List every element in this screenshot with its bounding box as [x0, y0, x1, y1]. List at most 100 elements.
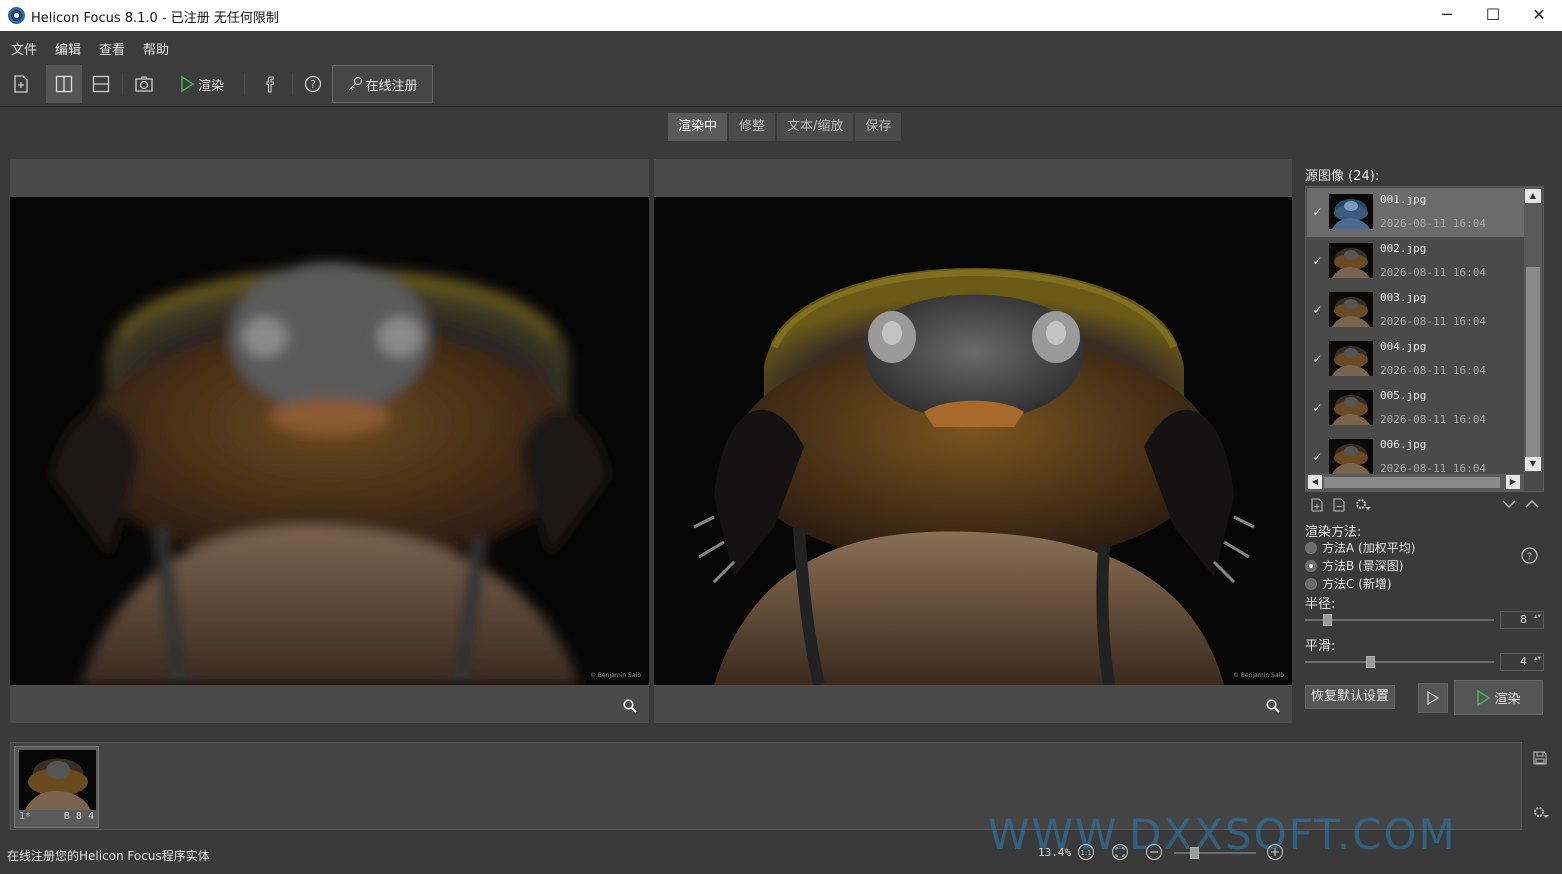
source-image-item[interactable]: ✓ 005.jpg 2026-08-11 16:04	[1307, 384, 1525, 433]
output-thumbnail[interactable]: 1* B 8 4	[14, 746, 99, 828]
source-image-checkbox[interactable]: ✓	[1311, 304, 1324, 317]
svg-text:1:1: 1:1	[1080, 849, 1091, 857]
result-preview-header	[654, 159, 1292, 197]
source-image-checkbox[interactable]: ✓	[1311, 353, 1324, 366]
scroll-down-icon[interactable]: ▼	[1525, 457, 1541, 471]
zoom-icon[interactable]	[623, 699, 637, 713]
key-icon	[349, 76, 363, 91]
zoom-out-icon[interactable]	[1145, 843, 1163, 861]
source-image-thumbnail	[1329, 439, 1373, 474]
source-preview-pane: © Benjamin Salb	[10, 159, 649, 723]
hscroll-thumb[interactable]	[1324, 477, 1500, 488]
render-toolbar-label: 渲染	[197, 78, 224, 94]
result-preview-pane: © Benjamin Salb	[654, 159, 1292, 723]
source-image-thumbnail	[1329, 243, 1373, 278]
smooth-slider[interactable]	[1305, 656, 1494, 668]
menu-edit[interactable]: 编辑	[55, 39, 81, 58]
tab-save[interactable]: 保存	[855, 113, 902, 141]
radius-label: 半径:	[1305, 597, 1336, 612]
radius-slider-knob[interactable]	[1323, 614, 1332, 626]
radius-spinbox[interactable]: 8	[1500, 611, 1544, 629]
render-method-option-label[interactable]: 方法C (新增)	[1322, 575, 1392, 592]
render-method-radio[interactable]	[1305, 560, 1317, 572]
add-file-icon[interactable]	[1310, 498, 1324, 512]
split-vertical-button[interactable]	[46, 65, 82, 103]
split-horizontal-button[interactable]	[84, 65, 118, 103]
vertical-scrollbar[interactable]: ▲ ▼	[1524, 187, 1542, 472]
beetle-blurred-image	[50, 262, 610, 685]
source-image-checkbox[interactable]: ✓	[1311, 451, 1324, 464]
source-image-checkbox[interactable]: ✓	[1311, 206, 1324, 219]
tab-rendering[interactable]: 渲染中	[668, 113, 728, 141]
scroll-thumb[interactable]	[1526, 267, 1540, 457]
source-image-name: 003.jpg	[1380, 291, 1427, 304]
result-preview-image[interactable]: © Benjamin Salb	[654, 197, 1292, 685]
smooth-slider-knob[interactable]	[1366, 656, 1375, 668]
menu-view[interactable]: 查看	[99, 39, 125, 58]
facebook-button[interactable]	[253, 65, 287, 103]
source-images-label: 源图像 (24):	[1305, 169, 1380, 184]
minimize-button[interactable]: ─	[1424, 0, 1470, 31]
beetle-sharp-image	[693, 268, 1255, 685]
play-icon	[1477, 689, 1491, 706]
fit-screen-icon[interactable]	[1111, 843, 1129, 861]
render-toolbar-button[interactable]: 渲染	[172, 65, 232, 103]
source-image-thumbnail	[1329, 292, 1373, 327]
source-image-item[interactable]: ✓ 001.jpg 2026-08-11 16:04	[1307, 188, 1525, 237]
zoom-icon[interactable]	[1266, 699, 1280, 713]
render-method-radio[interactable]	[1305, 542, 1317, 554]
reset-defaults-button[interactable]: 恢复默认设置	[1305, 685, 1395, 709]
render-button[interactable]: 渲染	[1454, 680, 1543, 715]
remove-file-icon[interactable]	[1332, 498, 1346, 512]
maximize-button[interactable]: ☐	[1470, 0, 1516, 31]
zoom-in-icon[interactable]	[1266, 843, 1284, 861]
source-image-thumbnail	[1329, 390, 1373, 425]
tab-text-scale[interactable]: 文本/缩放	[777, 113, 854, 141]
source-image-name: 006.jpg	[1380, 438, 1427, 451]
help-icon[interactable]: ?	[1521, 547, 1538, 564]
source-image-name: 001.jpg	[1380, 193, 1427, 206]
settings-dropdown-icon[interactable]	[1355, 498, 1371, 512]
scroll-up-icon[interactable]: ▲	[1525, 189, 1541, 203]
tab-retouch[interactable]: 修整	[729, 113, 776, 141]
chevron-down-icon[interactable]	[1502, 499, 1516, 509]
render-options-button[interactable]	[1418, 683, 1448, 713]
close-button[interactable]: ✕	[1516, 0, 1562, 31]
settings-dropdown-icon[interactable]	[1533, 806, 1549, 820]
source-image-item[interactable]: ✓ 004.jpg 2026-08-11 16:04	[1307, 335, 1525, 384]
camera-button[interactable]	[127, 65, 161, 103]
source-image-item[interactable]: ✓ 003.jpg 2026-08-11 16:04	[1307, 286, 1525, 335]
source-image-checkbox[interactable]: ✓	[1311, 255, 1324, 268]
zoom-slider-knob[interactable]	[1190, 847, 1199, 859]
horizontal-scrollbar[interactable]: ◀ ▶	[1306, 474, 1524, 491]
actual-size-icon[interactable]: 1:1	[1077, 843, 1095, 861]
new-file-button[interactable]	[4, 65, 38, 103]
source-image-name: 002.jpg	[1380, 242, 1427, 255]
source-image-list[interactable]: ✓ 001.jpg 2026-08-11 16:04 ✓ 002.jpg 2026-08-…	[1305, 186, 1544, 492]
source-image-item[interactable]: ✓ 002.jpg 2026-08-11 16:04	[1307, 237, 1525, 286]
render-method-option-label[interactable]: 方法B (景深图)	[1322, 557, 1403, 574]
radius-slider[interactable]	[1305, 614, 1494, 626]
menu-help[interactable]: 帮助	[143, 39, 169, 58]
render-method-radio[interactable]	[1305, 578, 1317, 590]
camera-icon	[135, 76, 153, 92]
scroll-left-icon[interactable]: ◀	[1308, 475, 1322, 489]
menu-file[interactable]: 文件	[11, 39, 37, 58]
zoom-level: 13.4%	[1038, 846, 1072, 859]
help-button[interactable]: ?	[296, 65, 330, 103]
toolbar-separator	[244, 73, 245, 95]
save-icon[interactable]	[1533, 751, 1547, 765]
source-image-checkbox[interactable]: ✓	[1311, 402, 1324, 415]
title-bar: Helicon Focus 8.1.0 - 已注册 无任何限制 ─ ☐ ✕	[0, 0, 1562, 31]
render-method-option-label[interactable]: 方法A (加权平均)	[1322, 539, 1415, 556]
smooth-spinbox[interactable]: 4	[1500, 653, 1544, 671]
scroll-right-icon[interactable]: ▶	[1506, 475, 1520, 489]
chevron-up-icon[interactable]	[1525, 499, 1539, 509]
register-online-button[interactable]: 在线注册	[332, 65, 433, 103]
split-horizontal-icon	[92, 75, 110, 93]
source-preview-image[interactable]: © Benjamin Salb	[10, 197, 649, 685]
source-image-date: 2026-08-11 16:04	[1380, 217, 1486, 230]
source-image-date: 2026-08-11 16:04	[1380, 315, 1486, 328]
source-preview-header	[10, 159, 649, 197]
zoom-slider[interactable]	[1174, 847, 1256, 859]
